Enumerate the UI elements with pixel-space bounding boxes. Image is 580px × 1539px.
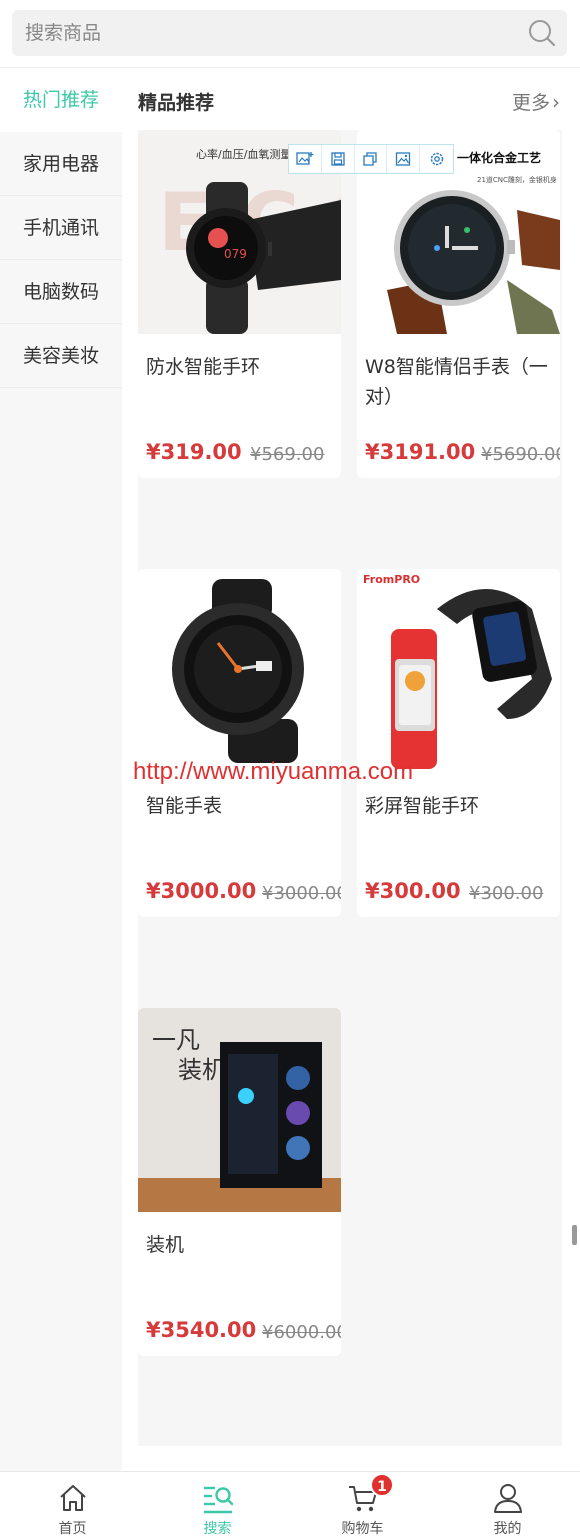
watermark-url: http://www.miyuanma.com (133, 758, 414, 785)
product-card[interactable]: 智能手表 ¥3000.00 ¥3000.00 (138, 569, 341, 917)
product-image-fitness-band[interactable]: FromPRO (357, 569, 560, 773)
section-title: 精品推荐 (138, 92, 215, 114)
search-category-icon (203, 1486, 233, 1514)
copy-icon[interactable] (355, 145, 388, 173)
product-price: ¥3000.00 (146, 879, 257, 903)
image-caption: 一凡 (152, 1026, 200, 1054)
product-old-price: ¥569.00 (250, 444, 325, 465)
more-link[interactable]: 更多 › (512, 88, 560, 115)
settings-icon[interactable] (420, 145, 453, 173)
product-old-price: ¥300.00 (469, 883, 544, 904)
pc-case-image: 一凡 装机 (138, 1008, 341, 1212)
fitness-band-image: FromPRO (357, 569, 560, 773)
product-name[interactable]: 智能手表 (146, 791, 336, 821)
more-label: 更多 (511, 92, 550, 114)
product-card[interactable]: FromPRO 彩屏智能手环 ¥300.00 ¥300.00 (357, 569, 560, 917)
bottom-nav: 首页 搜索 购物车 我的 (0, 1471, 580, 1539)
sport-watch-image (138, 569, 341, 773)
sidebar-item-phones[interactable]: 手机通讯 (0, 196, 122, 260)
product-old-price: ¥5690.00 (481, 444, 560, 465)
sidebar-item-computers[interactable]: 电脑数码 (0, 260, 122, 324)
user-icon (493, 1484, 522, 1513)
home-icon (59, 1485, 86, 1511)
product-name[interactable]: 防水智能手环 (146, 352, 336, 382)
image-caption: 心率/血压/血氧测量 (196, 147, 291, 161)
product-price: ¥300.00 (365, 879, 461, 903)
scrollbar-thumb[interactable] (572, 1225, 577, 1245)
chevron-right-icon: › (552, 90, 560, 114)
sidebar-item-hot[interactable]: 热门推荐 (0, 68, 122, 132)
product-name[interactable]: 彩屏智能手环 (365, 791, 555, 821)
svg-text:079: 079 (224, 247, 247, 261)
product-price: ¥3540.00 (146, 1318, 257, 1342)
nav-label: 首页 (58, 1521, 87, 1537)
product-image-sport-watch[interactable] (138, 569, 341, 773)
nav-cart[interactable]: 购物车 (290, 1472, 435, 1539)
add-image-icon[interactable] (289, 145, 322, 173)
search-bar (0, 0, 580, 68)
save-icon[interactable] (322, 145, 355, 173)
cart-badge: 1 (370, 1473, 394, 1497)
image-subcaption: 装机 (178, 1056, 226, 1084)
product-name[interactable]: 装机 (146, 1230, 336, 1260)
nav-label: 我的 (493, 1521, 522, 1537)
sidebar-item-appliances[interactable]: 家用电器 (0, 132, 122, 196)
product-price: ¥3191.00 (365, 440, 476, 464)
nav-label: 购物车 (341, 1521, 384, 1537)
image-subcaption: 21道CNC雕刻，金银机身 (477, 175, 557, 184)
nav-profile[interactable]: 我的 (435, 1472, 580, 1539)
nav-home[interactable]: 首页 (0, 1472, 145, 1539)
nav-search[interactable]: 搜索 (145, 1472, 290, 1539)
sidebar-item-beauty[interactable]: 美容美妆 (0, 324, 122, 388)
product-card[interactable]: 一凡 装机 装机 ¥3540.00 ¥6000.00 (138, 1008, 341, 1356)
nav-label: 搜索 (203, 1521, 232, 1537)
image-caption: 一体化合金工艺 (457, 150, 541, 165)
product-price: ¥319.00 (146, 440, 242, 464)
product-old-price: ¥6000.00 (262, 1322, 341, 1343)
category-sidebar: 热门推荐 家用电器 手机通讯 电脑数码 美容美妆 (0, 68, 122, 1471)
image-toolbar (288, 144, 454, 174)
product-card[interactable]: 一体化合金工艺 21道CNC雕刻，金银机身 W8智能情侣手表（一对） ¥3191… (357, 130, 560, 478)
search-box[interactable] (12, 10, 567, 56)
product-old-price: ¥3000.00 (262, 883, 341, 904)
search-icon[interactable] (527, 18, 557, 48)
search-input[interactable] (12, 10, 512, 56)
product-name[interactable]: W8智能情侣手表（一对） (365, 352, 555, 412)
product-image-pc-case[interactable]: 一凡 装机 (138, 1008, 341, 1212)
product-card[interactable]: E C G 心率/血压/血氧测量 079 防水智能手环 ¥319.00 ¥569… (138, 130, 341, 478)
image-caption: FromPRO (363, 573, 420, 586)
image-icon[interactable] (387, 145, 421, 173)
